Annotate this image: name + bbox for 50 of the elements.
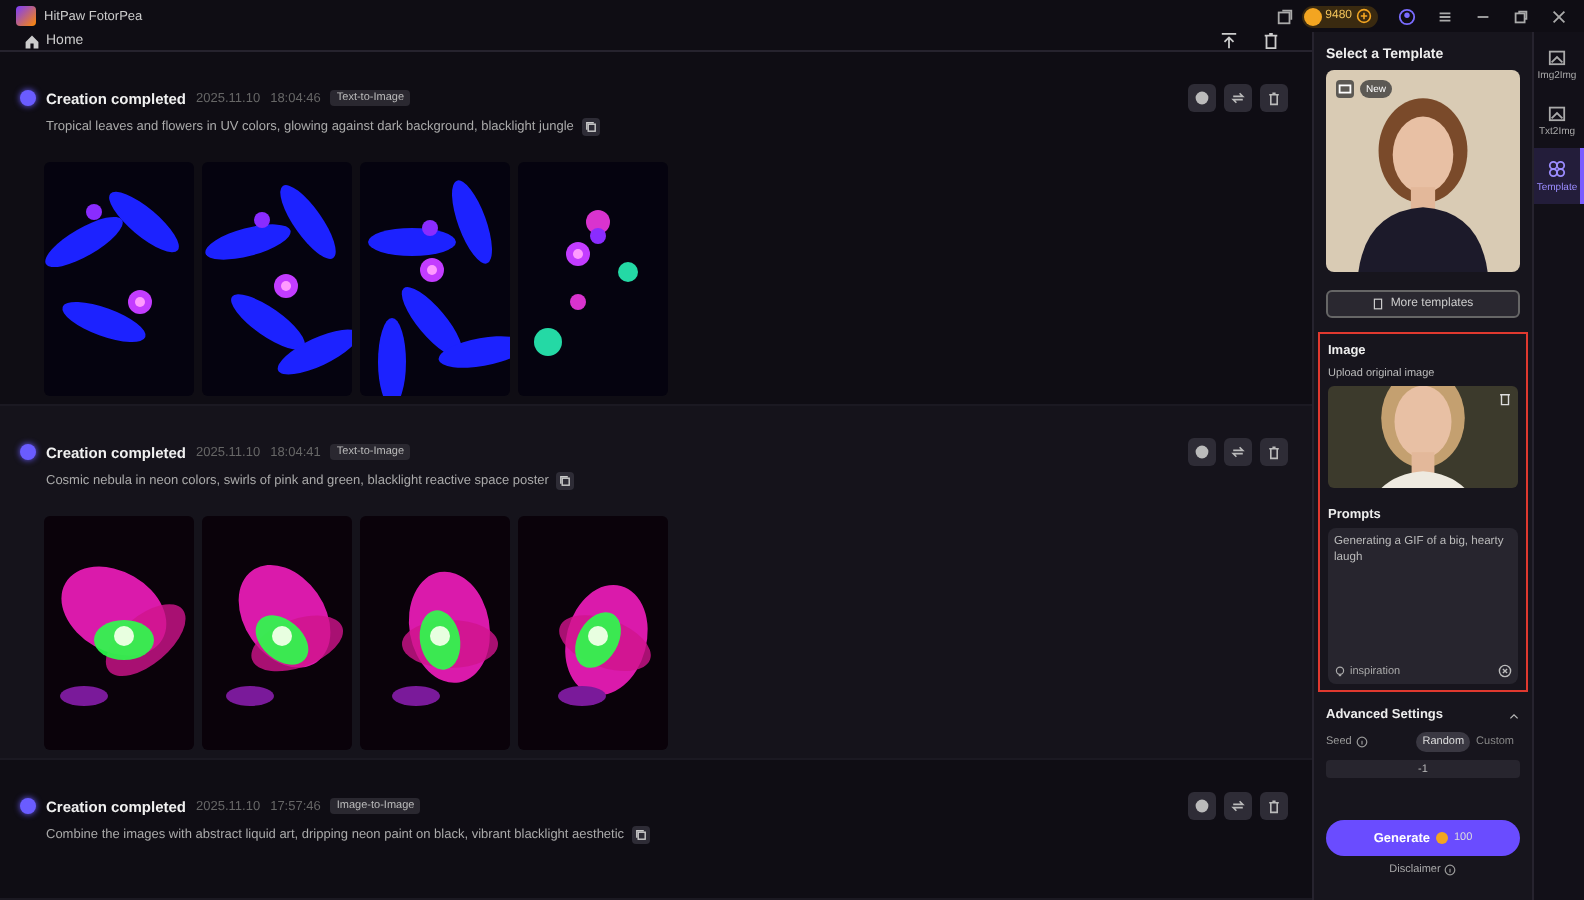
trash-icon[interactable] [1262,32,1280,50]
scroll-top-icon[interactable] [1220,32,1238,50]
trash-icon [1266,444,1282,460]
status-dot-icon [20,90,36,106]
plus-icon [1356,8,1372,24]
close-icon[interactable] [1550,7,1568,25]
swap-arrows-icon [1230,798,1246,814]
info-icon[interactable] [1444,864,1457,876]
info-icon [1194,798,1210,814]
info-icon[interactable] [1355,736,1368,748]
image-icon [1548,47,1566,65]
status-dot-icon [20,798,36,814]
document-icon [1372,298,1385,310]
copy-icon [583,120,598,134]
swap-arrows-icon [1230,444,1246,460]
trash-icon[interactable] [1498,392,1512,406]
copy-icon [558,474,573,488]
restore-icon[interactable] [1512,7,1530,25]
clear-icon[interactable] [1498,664,1512,678]
status-dot-icon [20,444,36,460]
delete-button[interactable] [1260,792,1288,820]
home-icon [24,33,40,49]
copy-button[interactable] [581,118,600,136]
delete-button[interactable] [1260,84,1288,112]
info-button[interactable] [1188,438,1216,466]
account-icon[interactable] [1398,7,1416,25]
copy-button[interactable] [632,826,651,844]
trash-icon [1266,90,1282,106]
trash-icon [1266,798,1282,814]
video-icon [1336,80,1354,98]
regenerate-button[interactable] [1224,438,1252,466]
copy-icon [634,828,649,842]
app-logo-icon [16,6,36,26]
menu-icon[interactable] [1436,7,1454,25]
delete-button[interactable] [1260,438,1288,466]
swap-arrows-icon [1230,90,1246,106]
info-button[interactable] [1188,792,1216,820]
info-icon [1194,444,1210,460]
info-icon [1194,90,1210,106]
grid-icon [1548,159,1566,177]
regenerate-button[interactable] [1224,792,1252,820]
regenerate-button[interactable] [1224,84,1252,112]
coin-icon [1436,832,1448,844]
image-icon [1548,103,1566,121]
lightbulb-icon [1334,665,1346,677]
chevron-icon[interactable] [1508,709,1520,721]
coin-icon [1303,7,1322,25]
info-button[interactable] [1188,84,1216,112]
copy-button[interactable] [556,472,575,490]
window-icon[interactable] [1275,7,1294,25]
